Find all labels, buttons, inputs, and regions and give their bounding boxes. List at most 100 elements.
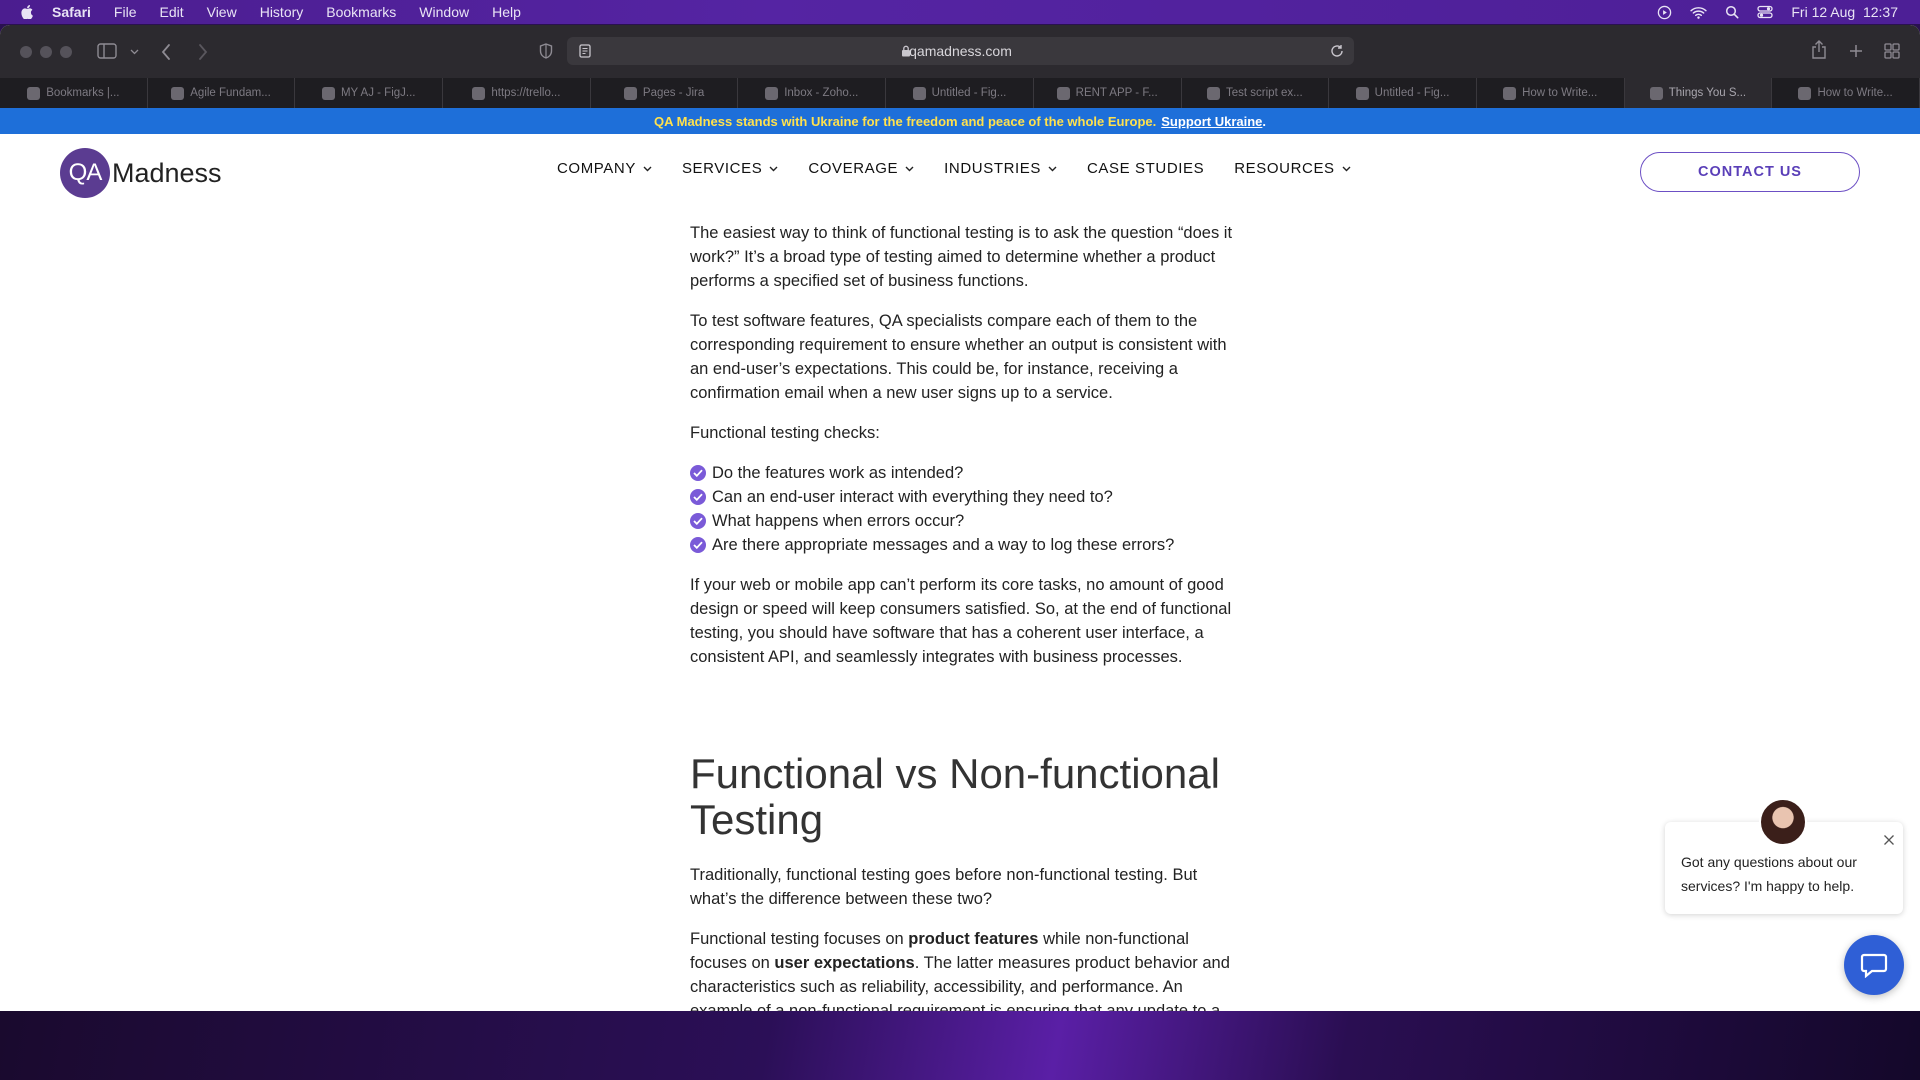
checks-intro: Functional testing checks: bbox=[690, 421, 1250, 445]
browser-tab[interactable]: How to Write... bbox=[1772, 78, 1920, 108]
chevron-down-icon bbox=[643, 166, 652, 172]
address-bar-url[interactable]: qamadness.com bbox=[567, 43, 1354, 59]
privacy-shield-icon[interactable] bbox=[539, 43, 553, 59]
menu-help[interactable]: Help bbox=[492, 4, 521, 20]
text-line: consistent API, and seamlessly integrate… bbox=[690, 645, 1250, 669]
browser-tab[interactable]: Test script ex... bbox=[1182, 78, 1330, 108]
spotlight-search-icon[interactable] bbox=[1725, 5, 1739, 19]
paragraph-core-tasks: If your web or mobile app can’t perform … bbox=[690, 573, 1250, 669]
browser-tab[interactable]: Bookmarks |... bbox=[0, 78, 148, 108]
tab-favicon-icon bbox=[913, 87, 926, 100]
paragraph-intro: The easiest way to think of functional t… bbox=[690, 221, 1250, 293]
close-window-button[interactable] bbox=[20, 46, 32, 58]
chevron-down-icon bbox=[1048, 166, 1057, 172]
browser-tab[interactable]: RENT APP - F... bbox=[1034, 78, 1182, 108]
new-tab-icon[interactable] bbox=[1849, 44, 1863, 58]
menu-view[interactable]: View bbox=[207, 4, 237, 20]
nav-services[interactable]: SERVICES bbox=[682, 160, 778, 177]
nav-resources[interactable]: RESOURCES bbox=[1234, 160, 1350, 177]
support-ukraine-link[interactable]: Support Ukraine bbox=[1161, 114, 1262, 129]
chat-launcher-button[interactable] bbox=[1844, 935, 1904, 995]
browser-tab[interactable]: Pages - Jira bbox=[591, 78, 739, 108]
macos-menu-bar: Safari File Edit View History Bookmarks … bbox=[0, 0, 1920, 24]
tab-favicon-icon bbox=[1057, 87, 1070, 100]
browser-tab[interactable]: Untitled - Fig... bbox=[886, 78, 1034, 108]
contact-us-button[interactable]: CONTACT US bbox=[1640, 152, 1860, 192]
browser-window: qamadness.com Bookmarks |... Agile Fundam… bbox=[0, 25, 1920, 1011]
chat-agent-avatar bbox=[1759, 798, 1807, 846]
minimize-window-button[interactable] bbox=[40, 46, 52, 58]
browser-tab[interactable]: Untitled - Fig... bbox=[1329, 78, 1477, 108]
tab-overview-icon[interactable] bbox=[1884, 43, 1900, 59]
list-item: Can an end-user interact with everything… bbox=[690, 485, 1250, 509]
browser-tab[interactable]: Inbox - Zoho... bbox=[738, 78, 886, 108]
tab-favicon-icon bbox=[624, 87, 637, 100]
chevron-down-icon bbox=[769, 166, 778, 172]
menu-window[interactable]: Window bbox=[419, 4, 469, 20]
browser-tab[interactable]: Agile Fundam... bbox=[148, 78, 296, 108]
text-line: testing, you should have software that h… bbox=[690, 621, 1250, 645]
menu-app-safari[interactable]: Safari bbox=[52, 4, 91, 20]
text-line: characteristics such as reliability, acc… bbox=[690, 975, 1250, 999]
nav-case-studies[interactable]: CASE STUDIES bbox=[1087, 160, 1204, 177]
text-run: while non-functional bbox=[1038, 930, 1188, 948]
tab-favicon-icon bbox=[322, 87, 335, 100]
tab-label: Things You S... bbox=[1669, 87, 1746, 99]
text-line: The easiest way to think of functional t… bbox=[690, 221, 1250, 245]
tab-label: Pages - Jira bbox=[643, 87, 704, 99]
forward-icon[interactable] bbox=[198, 44, 208, 60]
chat-bubble-icon bbox=[1860, 952, 1888, 978]
paragraph-features: To test software features, QA specialist… bbox=[690, 309, 1250, 405]
tab-bar: Bookmarks |... Agile Fundam... MY AJ - Fig… bbox=[0, 78, 1920, 108]
qa-madness-logo[interactable]: QA Madness bbox=[60, 148, 222, 198]
address-bar[interactable]: qamadness.com bbox=[567, 37, 1354, 65]
menu-bookmarks[interactable]: Bookmarks bbox=[326, 4, 396, 20]
text-line: focuses on user expectations. The latter… bbox=[690, 951, 1250, 975]
tab-favicon-icon bbox=[171, 87, 184, 100]
logo-mark: QA bbox=[60, 148, 110, 198]
browser-tab[interactable]: How to Write... bbox=[1477, 78, 1625, 108]
menu-history[interactable]: History bbox=[260, 4, 304, 20]
tab-favicon-icon bbox=[765, 87, 778, 100]
zoom-window-button[interactable] bbox=[60, 46, 72, 58]
nav-coverage-label: COVERAGE bbox=[808, 160, 898, 177]
nav-industries[interactable]: INDUSTRIES bbox=[944, 160, 1057, 177]
back-icon[interactable] bbox=[161, 44, 171, 60]
menu-edit[interactable]: Edit bbox=[159, 4, 183, 20]
tab-label: How to Write... bbox=[1817, 87, 1892, 99]
tab-favicon-icon bbox=[1650, 87, 1663, 100]
paragraph-traditionally: Traditionally, functional testing goes b… bbox=[690, 863, 1250, 911]
share-icon[interactable] bbox=[1811, 40, 1827, 60]
browser-tab[interactable]: MY AJ - FigJ... bbox=[295, 78, 443, 108]
nav-services-label: SERVICES bbox=[682, 160, 762, 177]
browser-tab[interactable]: Things You S... bbox=[1625, 78, 1773, 108]
emphasis-product-features: product features bbox=[908, 930, 1038, 948]
list-item-text: What happens when errors occur? bbox=[712, 509, 964, 533]
check-circle-icon bbox=[690, 489, 706, 505]
browser-tab[interactable]: https://trello... bbox=[443, 78, 591, 108]
close-icon[interactable] bbox=[1883, 834, 1895, 846]
play-circle-icon[interactable] bbox=[1657, 5, 1672, 20]
list-item-text: Do the features work as intended? bbox=[712, 461, 963, 485]
tab-label: Untitled - Fig... bbox=[1375, 87, 1450, 99]
main-nav: COMPANY SERVICES COVERAGE INDUSTRIES CAS… bbox=[557, 160, 1351, 177]
chevron-down-icon[interactable] bbox=[130, 49, 139, 55]
text-line: confirmation email when a new user signs… bbox=[690, 381, 1250, 405]
reload-icon[interactable] bbox=[1330, 44, 1344, 58]
control-center-icon[interactable] bbox=[1757, 5, 1773, 19]
nav-coverage[interactable]: COVERAGE bbox=[808, 160, 914, 177]
ukraine-banner: QA Madness stands with Ukraine for the f… bbox=[0, 108, 1920, 134]
text-line: If your web or mobile app can’t perform … bbox=[690, 573, 1250, 597]
tab-label: Test script ex... bbox=[1226, 87, 1303, 99]
nav-company[interactable]: COMPANY bbox=[557, 160, 652, 177]
tab-label: Agile Fundam... bbox=[190, 87, 271, 99]
menu-bar-clock[interactable]: Fri 12 Aug 12:37 bbox=[1791, 4, 1898, 20]
apple-logo-icon[interactable] bbox=[20, 5, 34, 19]
menu-file[interactable]: File bbox=[114, 4, 137, 20]
list-item-text: Can an end-user interact with everything… bbox=[712, 485, 1113, 509]
sidebar-toggle-icon[interactable] bbox=[97, 43, 117, 59]
text-line: design or speed will keep consumers sati… bbox=[690, 597, 1250, 621]
list-item: Do the features work as intended? bbox=[690, 461, 1250, 485]
tab-label: Untitled - Fig... bbox=[932, 87, 1007, 99]
wifi-icon[interactable] bbox=[1690, 6, 1707, 19]
